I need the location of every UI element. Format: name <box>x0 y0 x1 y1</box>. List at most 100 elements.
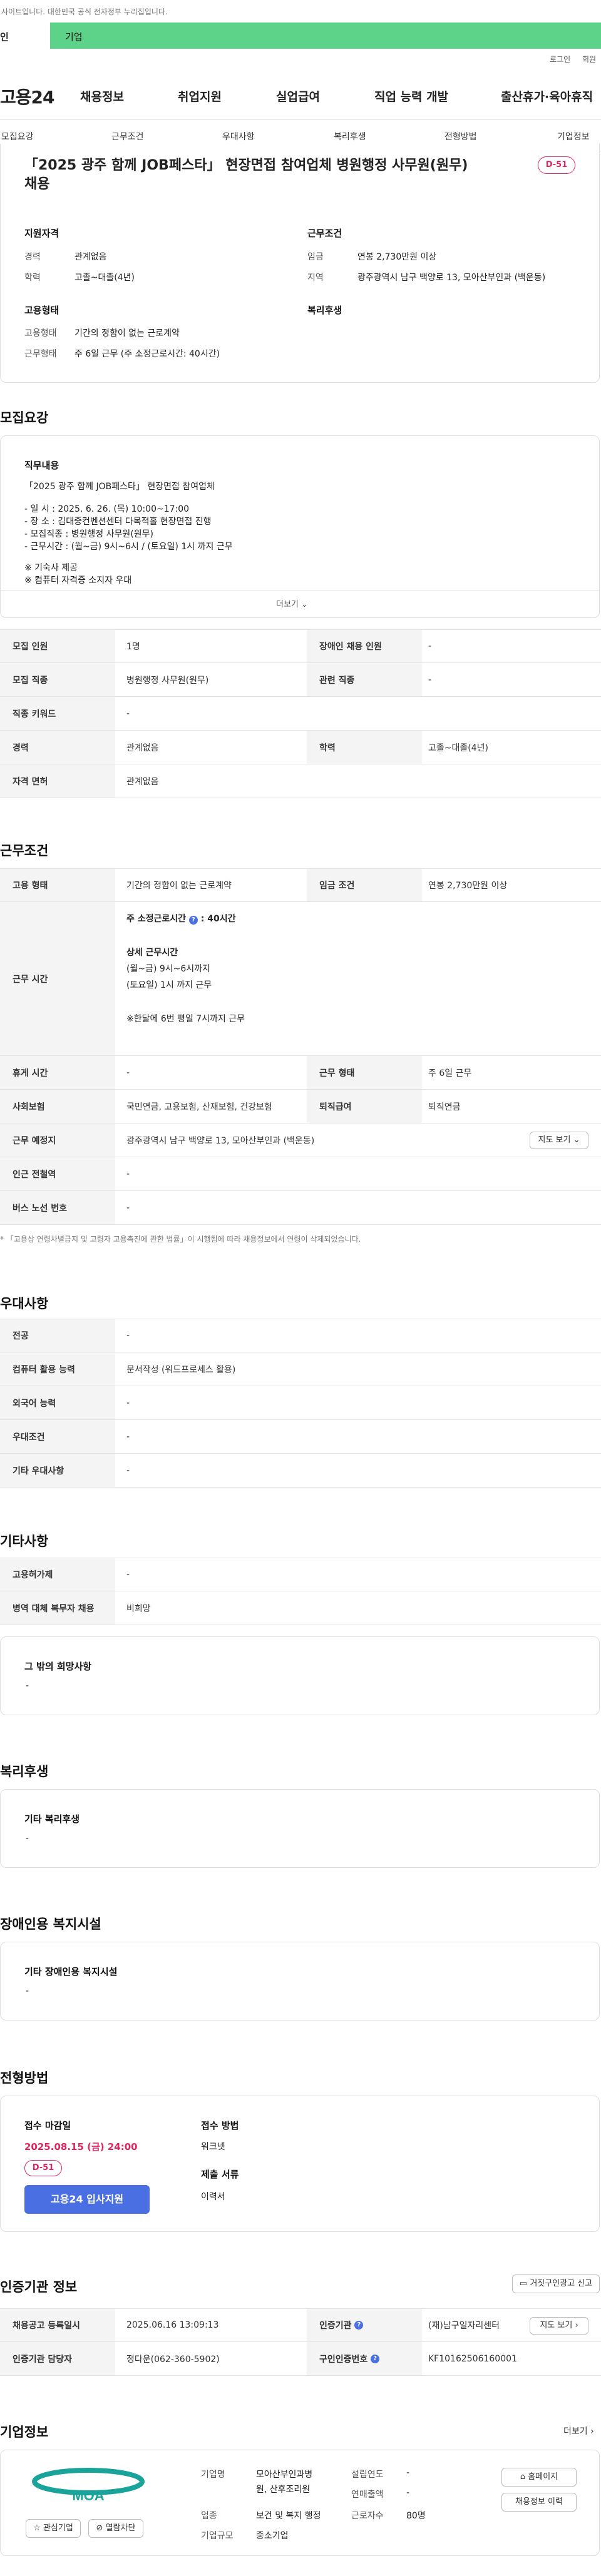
company-card: MOA ☆ 관심기업 ⊘ 열람차단 기업명 모아산부인과병 원, 산후조리원 업… <box>0 2450 600 2556</box>
homepage-button[interactable]: ⌂ 홈페이지 <box>501 2468 577 2487</box>
tab-conditions[interactable]: 근무조건 <box>111 130 144 143</box>
row-label: 병역 대체 복무자 채용 <box>0 1591 115 1625</box>
etc-section-title: 기타사항 <box>0 1534 49 1549</box>
row-value: 2025.06.16 13:09:13 <box>126 2320 219 2330</box>
block-company-button[interactable]: ⊘ 열람차단 <box>88 2519 143 2538</box>
gov-notice: 사이트입니다. 대한민국 공식 전자정부 누리집입니다. <box>0 0 601 23</box>
row-label: 채용공고 등록일시 <box>0 2309 115 2341</box>
table-row: 휴게 시간 - 근무 형태 주 6일 근무 <box>0 1056 601 1090</box>
row-value: 연봉 2,730만원 이상 <box>428 881 508 891</box>
employment-type-label: 고용형태 <box>24 328 57 338</box>
company-name-value: 원, 산후조리원 <box>256 2485 311 2495</box>
chevron-down-icon: ⌄ <box>573 1135 580 1145</box>
row-label: 사회보험 <box>0 1090 115 1123</box>
row-label: 근무 형태 <box>307 1056 422 1089</box>
table-row: 병역 대체 복무자 채용 비희망 <box>0 1591 601 1625</box>
row-label: 고용허가제 <box>0 1558 115 1591</box>
duty-line: - 일 시 : 2025. 6. 26. (목) 10:00~17:00 <box>24 504 190 514</box>
row-value: 기간의 정함이 없는 근로계약 <box>126 881 232 891</box>
row-label: 자격 면허 <box>0 764 115 798</box>
process-card: 접수 마감일 2025.08.15 (금) 24:00 D-51 고용24 입사… <box>0 2096 600 2232</box>
duty-line: ※ 기숙사 제공 <box>24 563 78 573</box>
gnb-item-unemployment-benefit[interactable]: 실업급여 <box>276 88 320 104</box>
row-label: 인증기관 담당자 <box>0 2342 115 2375</box>
method-value: 워크넷 <box>201 2142 225 2152</box>
row-value: - <box>126 708 130 719</box>
wish-value: - <box>26 1681 29 1691</box>
tab-corporate[interactable]: 기업 <box>65 30 83 43</box>
gnb-item-parental-leave[interactable]: 출산휴가·육아휴직 <box>501 88 593 104</box>
gnb-item-jobs[interactable]: 채용정보 <box>80 88 124 104</box>
founded-label: 설립연도 <box>351 2470 384 2480</box>
duty-line: - 장 소 : 김대중컨벤션센터 다목적홀 현장면접 진행 <box>24 517 212 527</box>
industry-label: 업종 <box>201 2511 217 2521</box>
tab-process[interactable]: 전형방법 <box>444 130 477 143</box>
company-more-link[interactable]: 더보기 › <box>563 2425 594 2437</box>
dday-badge: D-51 <box>538 156 575 174</box>
info-icon[interactable]: ? <box>371 2354 380 2363</box>
company-size-value: 중소기업 <box>256 2531 289 2541</box>
company-logo: MOA <box>26 2463 151 2507</box>
deadline-value: 2025.08.15 (금) 24:00 <box>24 2141 138 2153</box>
report-fake-ad-button[interactable]: ▭ 거짓구인광고 신고 <box>512 2274 600 2293</box>
site-logo[interactable]: 고용24 <box>0 84 54 109</box>
cert-map-button[interactable]: 지도 보기 › <box>530 2317 588 2335</box>
duty-line: ※ 컴퓨터 자격증 소지자 우대 <box>24 576 132 586</box>
welfare-card-heading: 기타 복리후생 <box>24 1813 80 1825</box>
tab-person[interactable]: 인 <box>0 23 50 49</box>
disabled-section-title: 장애인용 복지시설 <box>0 1917 101 1932</box>
job-history-button[interactable]: 채용정보 이력 <box>501 2493 577 2512</box>
row-value: 고졸~대졸(4년) <box>428 743 488 753</box>
table-row: 사회보험 국민연금, 고용보험, 산재보험, 건강보험 퇴직급여 퇴직연금 <box>0 1090 601 1123</box>
career-value: 관계없음 <box>74 252 107 262</box>
tab-welfare[interactable]: 복리후생 <box>334 130 366 143</box>
info-icon[interactable]: ? <box>188 916 198 925</box>
company-section-title: 기업정보 <box>0 2425 49 2440</box>
favorite-company-button[interactable]: ☆ 관심기업 <box>26 2519 81 2538</box>
table-row: 모집 직종 병원행정 사무원(원무) 관련 직종 - <box>0 663 601 697</box>
company-size-label: 기업규모 <box>201 2531 234 2541</box>
employees-value: 80명 <box>406 2511 426 2521</box>
table-row: 버스 노선 번호 - <box>0 1191 601 1225</box>
info-icon[interactable]: ? <box>354 2321 364 2330</box>
hours-detail-line: ※한달에 6번 평일 7시까지 근무 <box>126 1014 245 1024</box>
svg-text:MOA: MOA <box>72 2488 104 2503</box>
region-label: 지역 <box>307 273 324 283</box>
row-value: - <box>126 1397 130 1408</box>
dday-badge: D-51 <box>24 2160 62 2176</box>
table-row: 자격 면허 관계없음 <box>0 764 601 798</box>
cert-section-title: 인증기관 정보 <box>0 2279 78 2295</box>
disabled-card: 기타 장애인용 복지시설 - <box>0 1942 600 2021</box>
hours-detail-line: (토요일) 1시 까지 근무 <box>126 980 212 990</box>
hours-detail-heading: 상세 근무시간 <box>126 948 178 958</box>
table-row: 고용허가제 - <box>0 1558 601 1591</box>
table-row: 채용공고 등록일시 2025.06.16 13:09:13 인증기관 ? (재)… <box>0 2308 601 2342</box>
tab-recruit[interactable]: 모집요강 <box>1 130 34 143</box>
login-link[interactable]: 로그인 <box>550 54 570 64</box>
more-button[interactable]: 더보기 ⌄ <box>276 597 308 609</box>
row-value: - <box>126 1169 130 1179</box>
row-label: 모집 인원 <box>0 630 115 662</box>
apply-button[interactable]: 고용24 입사지원 <box>24 2185 150 2214</box>
table-row: 기타 우대사항 - <box>0 1454 601 1488</box>
map-view-button[interactable]: 지도 보기 ⌄ <box>530 1132 588 1149</box>
disabled-card-heading: 기타 장애인용 복지시설 <box>24 1966 118 1977</box>
gnb-item-employment-support[interactable]: 취업지원 <box>178 88 222 104</box>
conditions-section-title: 근무조건 <box>0 843 49 858</box>
table-row: 인근 전철역 - <box>0 1157 601 1191</box>
tab-company[interactable]: 기업정보 <box>557 130 590 143</box>
row-value: 관계없음 <box>126 743 159 753</box>
tab-preferences[interactable]: 우대사항 <box>222 130 255 143</box>
education-value: 고졸~대졸(4년) <box>74 273 135 283</box>
row-label: 고용 형태 <box>0 869 115 901</box>
row-label: 모집 직종 <box>0 663 115 696</box>
gnb-item-job-skills[interactable]: 직업 능력 개발 <box>374 88 448 104</box>
prefer-section-title: 우대사항 <box>0 1296 49 1311</box>
row-value: - <box>428 674 432 685</box>
join-link[interactable]: 회원 <box>582 54 596 64</box>
method-heading: 접수 방법 <box>201 2120 239 2131</box>
work-type-label: 근무형태 <box>24 349 57 359</box>
welfare-card: 기타 복리후생 - <box>0 1789 600 1868</box>
row-label: 장애인 채용 인원 <box>307 630 422 662</box>
row-value: 비희망 <box>126 1603 151 1614</box>
